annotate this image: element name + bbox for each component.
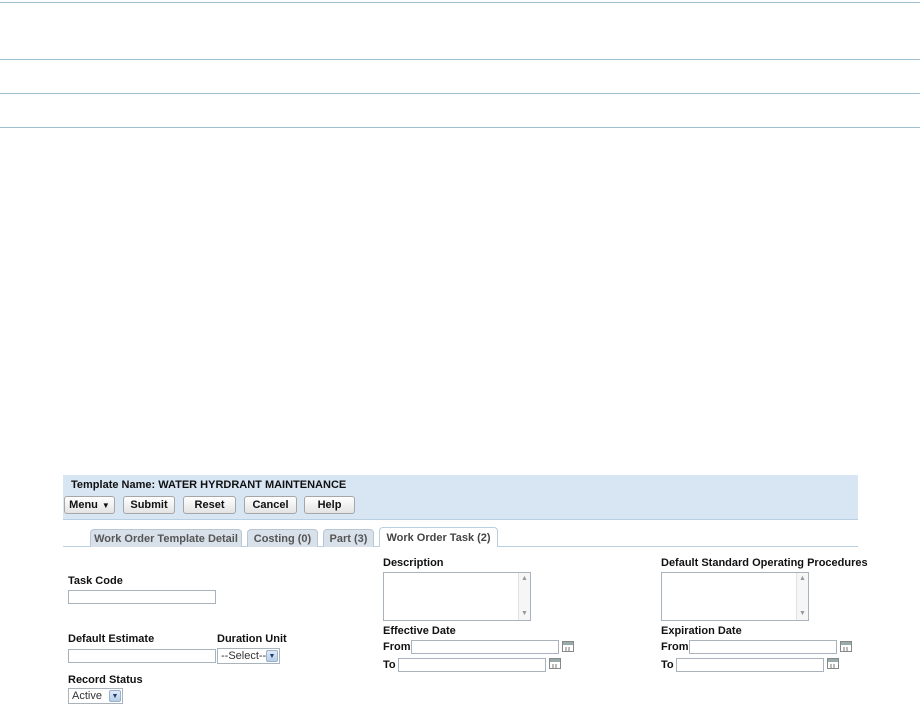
effective-to-label: To (383, 659, 396, 671)
template-name-heading: Template Name: WATER HYRDRANT MAINTENANC… (71, 479, 346, 491)
calendar-icon[interactable] (562, 641, 574, 652)
record-status-select[interactable]: Active ▼ (68, 688, 123, 704)
chevron-down-icon: ▼ (266, 650, 278, 662)
scroll-up-icon: ▲ (521, 575, 528, 582)
tab-costing[interactable]: Costing (0) (247, 529, 318, 547)
calendar-icon[interactable] (549, 658, 561, 669)
expiration-from-input[interactable] (689, 640, 837, 654)
effective-to-input[interactable] (398, 658, 546, 672)
tab-part[interactable]: Part (3) (323, 529, 374, 547)
top-divider-4 (0, 127, 920, 128)
default-sop-scrollbar[interactable]: ▲ ▼ (796, 573, 808, 620)
reset-button[interactable]: Reset (183, 496, 236, 514)
default-estimate-input[interactable] (68, 649, 216, 663)
chevron-down-icon: ▼ (109, 690, 121, 702)
calendar-icon[interactable] (827, 658, 839, 669)
scroll-up-icon: ▲ (799, 575, 806, 582)
record-status-value: Active (72, 690, 102, 702)
template-name-value: WATER HYRDRANT MAINTENANCE (158, 479, 347, 491)
expiration-to-label: To (661, 659, 674, 671)
effective-from-input[interactable] (411, 640, 559, 654)
tab-work-order-template-detail[interactable]: Work Order Template Detail (90, 529, 242, 547)
help-button[interactable]: Help (304, 496, 355, 514)
task-code-input[interactable] (68, 590, 216, 604)
effective-date-label: Effective Date (383, 625, 456, 637)
template-name-label: Template Name: (71, 479, 156, 491)
template-header-panel: Template Name: WATER HYRDRANT MAINTENANC… (63, 475, 858, 520)
top-divider-3 (0, 93, 920, 94)
duration-unit-select[interactable]: --Select-- ▼ (217, 648, 280, 664)
menu-button-label: Menu (69, 499, 98, 511)
duration-unit-label: Duration Unit (217, 633, 287, 645)
default-sop-label: Default Standard Operating Procedures (661, 557, 868, 569)
expiration-to-input[interactable] (676, 658, 824, 672)
scroll-down-icon: ▼ (799, 610, 806, 617)
expiration-from-label: From (661, 641, 689, 653)
cancel-button[interactable]: Cancel (244, 496, 297, 514)
description-label: Description (383, 557, 444, 569)
tab-bar: Work Order Template Detail Costing (0) P… (63, 527, 858, 547)
top-divider-2 (0, 59, 920, 60)
description-scrollbar[interactable]: ▲ ▼ (518, 573, 530, 620)
menu-button[interactable]: Menu ▼ (64, 496, 115, 514)
top-divider-1 (0, 2, 920, 3)
duration-unit-value: --Select-- (221, 650, 267, 662)
tab-work-order-task[interactable]: Work Order Task (2) (379, 527, 498, 547)
expiration-date-label: Expiration Date (661, 625, 742, 637)
record-status-label: Record Status (68, 674, 143, 686)
default-estimate-label: Default Estimate (68, 633, 155, 645)
submit-button[interactable]: Submit (123, 496, 175, 514)
calendar-icon[interactable] (840, 641, 852, 652)
description-textarea[interactable]: ▲ ▼ (383, 572, 531, 621)
menu-dropdown-icon: ▼ (101, 500, 110, 510)
task-code-label: Task Code (68, 575, 123, 587)
scroll-down-icon: ▼ (521, 610, 528, 617)
default-sop-textarea[interactable]: ▲ ▼ (661, 572, 809, 621)
effective-from-label: From (383, 641, 411, 653)
